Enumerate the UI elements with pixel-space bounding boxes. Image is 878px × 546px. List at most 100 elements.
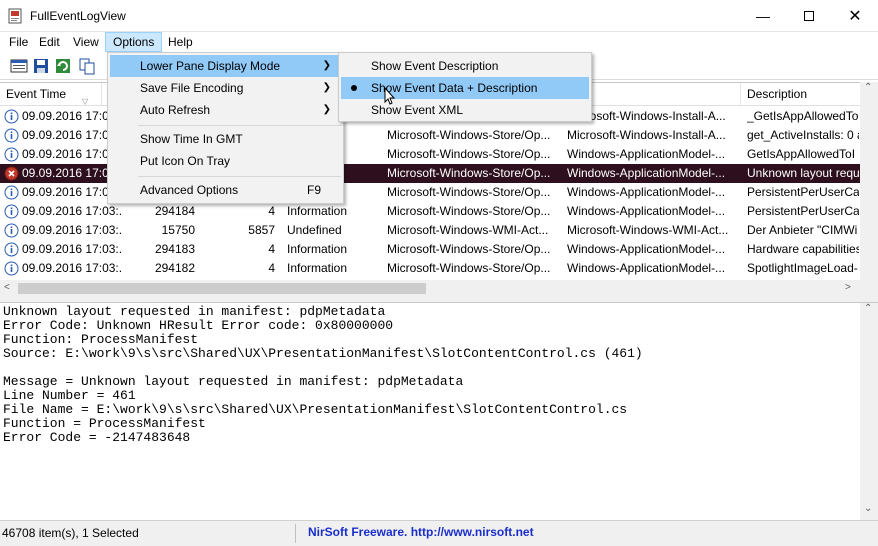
cell-provider: Windows-ApplicationModel-... xyxy=(567,166,726,180)
menu-item-save-file-encoding[interactable]: Save File Encoding ❯ xyxy=(110,77,341,99)
info-icon xyxy=(4,223,19,238)
cell-task: 5857 xyxy=(248,223,275,237)
list-vertical-scrollbar[interactable]: ⌃ xyxy=(860,82,878,297)
menu-item-label: Show Event XML xyxy=(371,103,464,117)
cell-channel: Microsoft-Windows-Store/Op... xyxy=(387,147,551,161)
save-icon[interactable] xyxy=(32,57,50,75)
cell-provider: Windows-ApplicationModel-... xyxy=(567,185,726,199)
table-row[interactable]: 09.09.2016 17:03:... 294182 4 Information Mi… xyxy=(0,259,860,278)
menu-item-label: Save File Encoding xyxy=(140,81,244,95)
column-event-time[interactable]: Event Time ▽ xyxy=(0,83,102,106)
menu-item-lower-pane-display-mode[interactable]: Lower Pane Display Mode ❯ xyxy=(110,55,341,77)
lower-pane-line: Unknown layout requested in manifest: pd… xyxy=(3,304,386,319)
cell-desc: Hardware capabilities xyxy=(747,242,859,256)
menu-view[interactable]: View xyxy=(66,32,106,52)
table-row[interactable]: 09.09.2016 17:03:... 294183 4 Information Mi… xyxy=(0,240,860,259)
cell-channel: Microsoft-Windows-Store/Op... xyxy=(387,185,551,199)
properties-icon[interactable] xyxy=(10,57,28,75)
table-row[interactable]: 09.09.2016 17:03:... 15750 5857 Undefined Mi… xyxy=(0,221,860,240)
maximize-button[interactable] xyxy=(786,0,832,32)
chevron-right-icon: ❯ xyxy=(322,82,331,93)
copy-icon[interactable] xyxy=(78,57,96,75)
cell-level: Information xyxy=(287,204,348,218)
lower-pane-mode-submenu: Show Event Description Show Event Data +… xyxy=(338,52,592,122)
info-icon xyxy=(4,109,19,124)
lower-pane-scrollbar[interactable]: ⌃ ⌄ xyxy=(860,303,878,520)
menu-edit[interactable]: Edit xyxy=(32,32,67,52)
close-button[interactable]: ✕ xyxy=(832,0,878,32)
menu-item-put-icon-on-tray[interactable]: Put Icon On Tray xyxy=(110,150,341,172)
cell-provider: Windows-ApplicationModel-... xyxy=(567,242,726,256)
cell-provider: Microsoft-Windows-Install-A... xyxy=(567,128,726,142)
scroll-thumb[interactable] xyxy=(18,283,426,294)
nirsoft-link[interactable]: NirSoft Freeware. http://www.nirsoft.net xyxy=(308,523,534,542)
minimize-button[interactable]: — xyxy=(740,0,786,32)
cell-desc: _GetIsAppAllowedTo xyxy=(747,109,859,123)
mouse-cursor-icon xyxy=(384,87,396,105)
column-label: Event Time xyxy=(6,87,67,101)
menu-bar: File Edit View Options Help xyxy=(0,32,878,52)
cell-time: 09.09.2016 17:03:... xyxy=(22,223,122,237)
status-bar: 46708 item(s), 1 Selected NirSoft Freewa… xyxy=(0,520,878,546)
cell-id: 294182 xyxy=(154,261,195,275)
cell-task: 4 xyxy=(268,261,275,275)
cell-provider: Windows-ApplicationModel-... xyxy=(567,147,726,161)
lower-pane-line: Line Number = 461 xyxy=(3,388,136,403)
scroll-left-icon[interactable]: < xyxy=(4,282,10,293)
cell-desc: PersistentPerUserCac xyxy=(747,185,859,199)
chevron-right-icon: ❯ xyxy=(322,104,331,115)
scroll-up-icon[interactable]: ⌃ xyxy=(864,82,872,93)
info-icon xyxy=(4,128,19,143)
cell-desc: Der Anbieter "CIMWi xyxy=(747,223,858,237)
table-row[interactable]: 09.09.2016 17:03:... 294184 4 Information Mi… xyxy=(0,202,860,221)
close-icon: ✕ xyxy=(848,8,862,25)
cell-desc: get_ActiveInstalls: 0 a xyxy=(747,128,859,142)
menu-item-show-event-xml[interactable]: Show Event XML xyxy=(341,99,589,121)
menu-item-label: Auto Refresh xyxy=(140,103,211,117)
scroll-right-icon[interactable]: > xyxy=(845,282,851,293)
scroll-down-icon[interactable]: ⌄ xyxy=(864,503,872,514)
lower-pane-line xyxy=(3,361,857,375)
info-icon xyxy=(4,242,19,257)
menu-separator xyxy=(138,125,341,126)
column-description[interactable]: Description xyxy=(741,83,871,106)
cell-provider: Microsoft-Windows-Install-A... xyxy=(567,109,726,123)
cell-channel: Microsoft-Windows-Store/Op... xyxy=(387,261,551,275)
menu-item-label: Show Time In GMT xyxy=(140,132,243,146)
minimize-icon: — xyxy=(756,8,770,24)
options-menu: Lower Pane Display Mode ❯ Save File Enco… xyxy=(107,52,344,204)
lower-pane-line: Function = ProcessManifest xyxy=(3,416,206,431)
menu-item-show-event-data-description[interactable]: Show Event Data + Description xyxy=(341,77,589,99)
menu-options[interactable]: Options xyxy=(105,32,163,52)
menu-file[interactable]: File xyxy=(2,32,35,52)
cell-channel: Microsoft-Windows-Store/Op... xyxy=(387,204,551,218)
lower-pane-line: File Name = E:\work\9\s\src\Shared\UX\Pr… xyxy=(3,402,628,417)
maximize-icon xyxy=(804,11,814,21)
cell-time: 09.09.2016 17:03:... xyxy=(22,204,122,218)
menu-item-label: Lower Pane Display Mode xyxy=(140,59,281,73)
item-count: 46708 item(s), 1 Selected xyxy=(0,524,296,543)
menu-item-show-event-description[interactable]: Show Event Description xyxy=(341,55,589,77)
menu-help[interactable]: Help xyxy=(161,32,200,52)
radio-bullet-icon xyxy=(351,85,357,91)
menu-item-advanced-options[interactable]: Advanced Options F9 xyxy=(110,179,341,201)
menu-item-auto-refresh[interactable]: Auto Refresh ❯ xyxy=(110,99,341,121)
lower-pane[interactable]: Unknown layout requested in manifest: pd… xyxy=(0,303,860,520)
lower-pane-line: Message = Unknown layout requested in ma… xyxy=(3,374,464,389)
refresh-icon[interactable] xyxy=(54,57,72,75)
menu-item-shortcut: F9 xyxy=(306,183,321,197)
info-icon xyxy=(4,147,19,162)
scroll-up-icon[interactable]: ⌃ xyxy=(864,303,872,314)
menu-item-show-time-in-gmt[interactable]: Show Time In GMT xyxy=(110,128,341,150)
cell-level: Information xyxy=(287,242,348,256)
list-horizontal-scrollbar[interactable]: < > xyxy=(0,280,860,297)
info-icon xyxy=(4,261,19,276)
cell-id: 15750 xyxy=(161,223,195,237)
lower-pane-line: Source: E:\work\9\s\src\Shared\UX\Presen… xyxy=(3,346,643,361)
chevron-right-icon: ❯ xyxy=(322,60,331,71)
cell-id: 294184 xyxy=(154,204,195,218)
column-label: Description xyxy=(747,87,808,101)
cell-task: 4 xyxy=(268,242,275,256)
cell-channel: Microsoft-Windows-Store/Op... xyxy=(387,166,551,180)
lower-pane-line: Error Code = -2147483648 xyxy=(3,430,191,445)
